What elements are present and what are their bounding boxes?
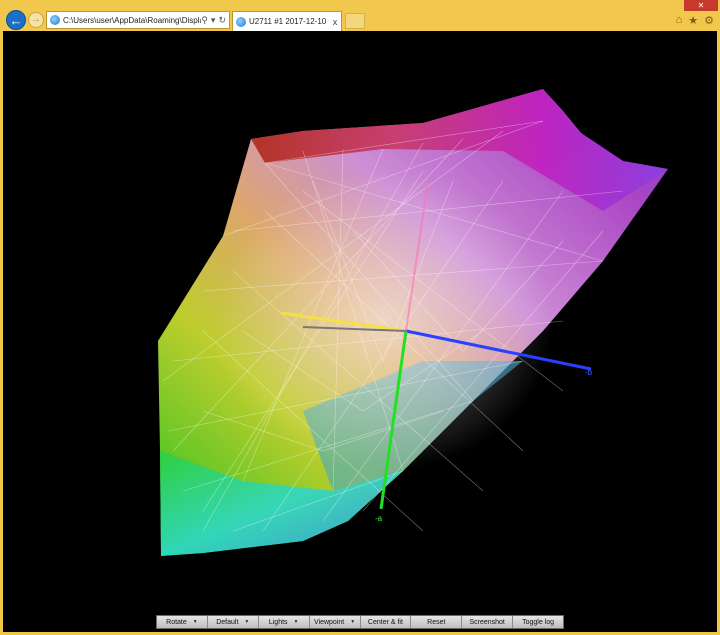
toolbar-button-center-fit[interactable]: Center & fit <box>361 616 412 628</box>
toolbar-button-rotate[interactable]: Rotate ▼ <box>157 616 208 628</box>
chevron-down-icon: ▼ <box>350 619 356 625</box>
dropdown-icon[interactable]: ▾ <box>211 15 216 26</box>
toolbar-button-label: Default <box>216 618 239 626</box>
arrow-right-icon: → <box>31 14 41 25</box>
search-icon[interactable]: ⚲ <box>201 15 208 26</box>
window-close-button[interactable]: ✕ <box>684 0 718 11</box>
back-button[interactable]: ← <box>6 10 26 30</box>
toolbar-button-reset[interactable]: Reset <box>411 616 463 628</box>
toolbar-button-label: Rotate <box>166 618 187 626</box>
page-favicon-icon <box>50 15 60 25</box>
toolbar-button-label: Reset <box>427 618 446 626</box>
toolbar-button-label: Center & fit <box>367 618 403 626</box>
gamut-3d-viewport[interactable]: -b -a <box>3 31 717 632</box>
toolbar-button-label: Toggle log <box>522 618 555 626</box>
toolbar-button-label: Lights <box>268 618 288 626</box>
toolbar-button-toggle-log[interactable]: Toggle log <box>513 616 563 628</box>
address-text[interactable]: C:\Users\user\AppData\Roaming\DisplayCAL… <box>63 16 201 25</box>
toolbar-button-viewpoint[interactable]: Viewpoint ▼ <box>310 616 361 628</box>
chevron-down-icon: ▼ <box>293 619 299 625</box>
toolbar-button-lights[interactable]: Lights ▼ <box>259 616 310 628</box>
a-axis-label: -a <box>375 514 383 523</box>
tab-active[interactable]: U2711 #1 2017-12-10 19... x <box>232 11 342 31</box>
forward-button[interactable]: → <box>28 12 44 28</box>
home-icon[interactable]: ⌂ <box>676 14 683 27</box>
new-tab-button[interactable] <box>345 13 365 29</box>
refresh-icon[interactable]: ↻ <box>218 15 226 26</box>
gamut-visualization[interactable]: -b -a <box>3 31 717 632</box>
tab-close-icon[interactable]: x <box>329 17 341 27</box>
toolbar-button-default[interactable]: Default ▼ <box>208 616 259 628</box>
chevron-down-icon: ▼ <box>244 619 250 625</box>
browser-chrome: ← → C:\Users\user\AppData\Roaming\Displa… <box>0 0 720 31</box>
favorites-star-icon[interactable]: ★ <box>688 14 698 27</box>
toolbar-button-screenshot[interactable]: Screenshot <box>462 616 514 628</box>
toolbar-button-label: Screenshot <box>469 618 505 626</box>
close-icon: ✕ <box>697 1 705 10</box>
chevron-down-icon: ▼ <box>192 619 198 625</box>
viewer-toolbar: Rotate ▼ Default ▼ Lights ▼ Viewpoint ▼ Center &… <box>156 615 564 629</box>
arrow-left-icon: ← <box>9 12 23 28</box>
address-bar[interactable]: C:\Users\user\AppData\Roaming\DisplayCAL… <box>46 11 230 29</box>
tab-favicon-icon <box>236 16 246 27</box>
b-axis-label: -b <box>585 368 593 377</box>
tab-title: U2711 #1 2017-12-10 19... <box>249 17 329 26</box>
gear-icon[interactable]: ⚙ <box>704 14 714 27</box>
toolbar-button-label: Viewpoint <box>313 618 345 626</box>
